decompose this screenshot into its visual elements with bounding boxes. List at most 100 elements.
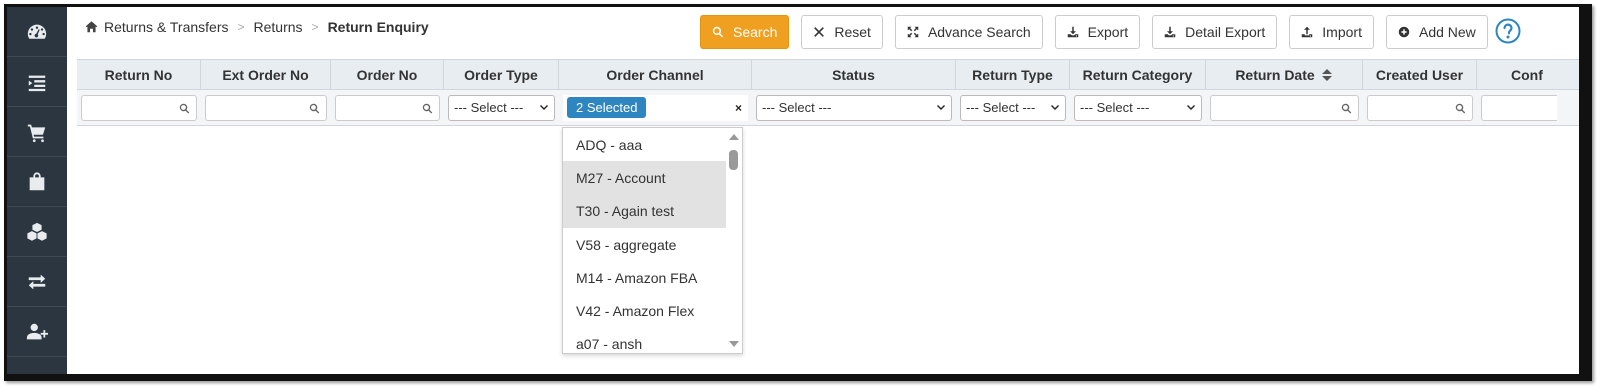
order-type-filter-select[interactable]: --- Select --- xyxy=(448,94,555,121)
ext-order-no-filter-input[interactable] xyxy=(205,94,327,121)
grid-header-row: Return No Ext Order No Order No Order Ty… xyxy=(77,59,1579,90)
selected-count-badge: 2 Selected xyxy=(567,97,647,118)
sidebar-item-bag[interactable] xyxy=(7,157,67,207)
returns-grid: Return No Ext Order No Order No Order Ty… xyxy=(77,59,1579,126)
column-header-status[interactable]: Status xyxy=(752,60,956,89)
column-header-return-date[interactable]: Return Date xyxy=(1206,60,1363,89)
conf-filter-input[interactable] xyxy=(1481,94,1557,121)
filter-cell: 2 Selected × xyxy=(559,94,752,121)
return-no-filter-input[interactable] xyxy=(81,94,197,121)
sidebar-item-add-user[interactable] xyxy=(7,307,67,357)
dropdown-scrollbar[interactable] xyxy=(725,128,742,353)
dropdown-option[interactable]: T30 - Again test xyxy=(563,194,726,228)
dropdown-option[interactable]: M14 - Amazon FBA xyxy=(563,261,726,294)
breadcrumb: Returns & Transfers > Returns > Return E… xyxy=(85,19,429,35)
sidebar xyxy=(7,7,67,378)
list-icon xyxy=(28,75,46,91)
column-header-label: Return No xyxy=(104,66,173,83)
dropdown-option[interactable]: M27 - Account xyxy=(563,161,726,195)
detail-export-button-label: Detail Export xyxy=(1185,24,1266,40)
column-header-label: Order Channel xyxy=(606,66,704,83)
download-icon xyxy=(1164,26,1176,38)
dropdown-option[interactable]: V58 - aggregate xyxy=(563,228,726,261)
filter-cell xyxy=(77,94,201,121)
search-button-label: Search xyxy=(733,24,778,40)
column-header-ext-order-no[interactable]: Ext Order No xyxy=(201,60,331,89)
chevron-down-icon xyxy=(1187,104,1195,110)
page-title: Return Enquiry xyxy=(327,19,429,35)
chevron-down-icon xyxy=(1051,104,1059,110)
clear-selection-icon[interactable]: × xyxy=(735,101,742,115)
filter-cell: --- Select --- xyxy=(444,94,559,121)
search-button[interactable]: Search xyxy=(700,15,790,49)
export-button-label: Export xyxy=(1087,24,1129,40)
column-header-label: Return Category xyxy=(1082,66,1193,83)
breadcrumb-returns-transfers[interactable]: Returns & Transfers xyxy=(104,19,229,35)
dropdown-option[interactable]: ADQ - aaa xyxy=(563,128,726,161)
close-icon xyxy=(814,27,825,37)
filter-cell: --- Select --- xyxy=(956,94,1070,121)
column-header-return-type[interactable]: Return Type xyxy=(956,60,1070,89)
sidebar-item-dashboard[interactable] xyxy=(7,7,67,57)
grid-filter-row: --- Select --- 2 Selected × --- Select -… xyxy=(77,90,1579,126)
help-icon[interactable] xyxy=(1494,17,1522,45)
column-header-order-channel[interactable]: Order Channel xyxy=(559,60,752,89)
order-channel-multiselect[interactable]: 2 Selected × xyxy=(563,94,748,121)
boxes-icon xyxy=(27,222,47,241)
dropdown-options-list: ADQ - aaa M27 - Account T30 - Again test V5… xyxy=(563,128,742,353)
scroll-down-arrow-icon[interactable] xyxy=(729,341,739,347)
upload-icon xyxy=(1302,26,1313,38)
advance-search-button[interactable]: Advance Search xyxy=(894,15,1043,49)
chevron-down-icon xyxy=(540,104,548,110)
window-border xyxy=(7,374,1589,378)
sort-icon[interactable] xyxy=(1321,68,1333,82)
export-button[interactable]: Export xyxy=(1054,15,1141,49)
filter-cell: --- Select --- xyxy=(1070,94,1206,121)
column-header-created-user[interactable]: Created User xyxy=(1363,60,1477,89)
scrollbar-thumb[interactable] xyxy=(729,150,738,170)
scroll-up-arrow-icon[interactable] xyxy=(729,134,739,140)
dropdown-option[interactable]: V42 - Amazon Flex xyxy=(563,294,726,327)
created-user-filter-input[interactable] xyxy=(1367,94,1473,121)
sidebar-item-transfers[interactable] xyxy=(7,257,67,307)
column-header-label: Conf xyxy=(1511,66,1543,83)
select-value: --- Select --- xyxy=(762,100,832,115)
column-header-label: Return Type xyxy=(972,66,1053,83)
select-value: --- Select --- xyxy=(966,100,1036,115)
app-window: Returns & Transfers > Returns > Return E… xyxy=(4,4,1592,381)
dashboard-icon xyxy=(27,24,47,39)
column-header-return-no[interactable]: Return No xyxy=(77,60,201,89)
order-no-filter-input[interactable] xyxy=(335,94,440,121)
breadcrumb-separator: > xyxy=(237,20,245,34)
sidebar-item-cart[interactable] xyxy=(7,107,67,157)
breadcrumb-separator: > xyxy=(311,20,319,34)
bag-icon xyxy=(29,171,45,190)
reset-button[interactable]: Reset xyxy=(801,15,883,49)
transfer-icon xyxy=(28,274,46,289)
import-button[interactable]: Import xyxy=(1289,15,1374,49)
dropdown-option[interactable]: a07 - ansh xyxy=(563,328,726,353)
toolbar: Search Reset Advance Search Export Detai… xyxy=(700,15,1500,49)
main-content: Returns & Transfers > Returns > Return E… xyxy=(67,7,1579,374)
column-header-label: Order No xyxy=(356,66,418,83)
return-type-filter-select[interactable]: --- Select --- xyxy=(960,94,1066,121)
column-header-label: Status xyxy=(832,66,875,83)
column-header-order-type[interactable]: Order Type xyxy=(444,60,559,89)
sidebar-item-boxes[interactable] xyxy=(7,207,67,257)
plus-circle-icon xyxy=(1398,26,1410,38)
search-icon xyxy=(712,26,724,38)
order-channel-dropdown: ADQ - aaa M27 - Account T30 - Again test V5… xyxy=(562,127,743,354)
detail-export-button[interactable]: Detail Export xyxy=(1152,15,1278,49)
return-category-filter-select[interactable]: --- Select --- xyxy=(1074,94,1202,121)
sidebar-item-list[interactable] xyxy=(7,57,67,107)
column-header-conf[interactable]: Conf xyxy=(1477,60,1557,89)
status-filter-select[interactable]: --- Select --- xyxy=(756,94,952,121)
filter-cell xyxy=(1477,94,1557,121)
column-header-return-category[interactable]: Return Category xyxy=(1070,60,1206,89)
breadcrumb-returns[interactable]: Returns xyxy=(254,19,303,35)
filter-cell: --- Select --- xyxy=(752,94,956,121)
home-icon[interactable] xyxy=(85,19,104,35)
column-header-order-no[interactable]: Order No xyxy=(331,60,444,89)
add-new-button[interactable]: Add New xyxy=(1385,15,1488,49)
return-date-filter-input[interactable] xyxy=(1210,94,1359,121)
